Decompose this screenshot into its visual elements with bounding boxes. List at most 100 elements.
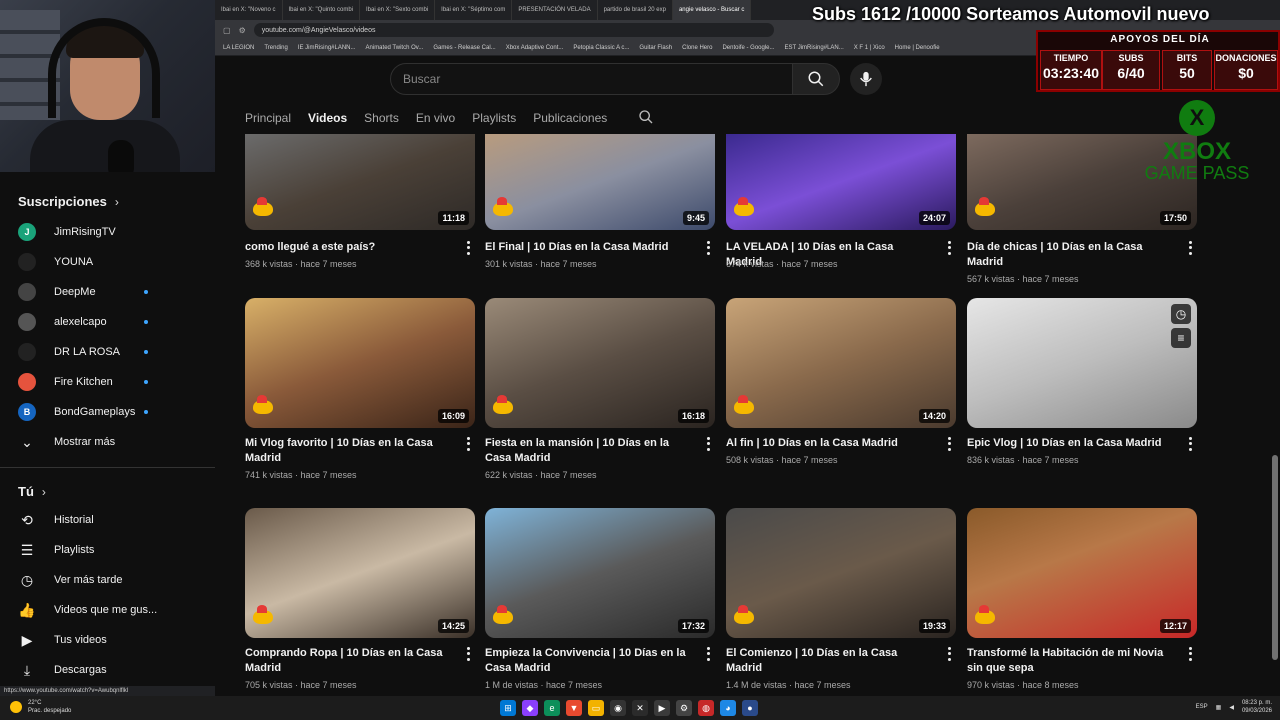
browser-tab[interactable]: PRESENTACIÓN VELADA <box>512 0 598 20</box>
video-card[interactable]: 16:09 Mi Vlog favorito | 10 Días en la Ca… <box>245 298 475 480</box>
folder-icon[interactable]: ▭ <box>588 700 604 716</box>
video-thumbnail[interactable]: 16:09 <box>245 298 475 428</box>
subscription-item[interactable]: Fire Kitchen <box>18 370 208 394</box>
browser-tab[interactable]: Ibai en X: "Quinto combi <box>283 0 360 20</box>
video-title[interactable]: Al fin | 10 Días en la Casa Madrid <box>726 436 931 451</box>
sidebar-item-downloads[interactable]: ⤓ Descargas <box>18 658 208 682</box>
subscription-item[interactable]: J JimRisingTV <box>18 220 208 244</box>
video-card[interactable]: 19:33 El Comienzo | 10 Días en la Casa Ma… <box>726 508 956 690</box>
video-title[interactable]: Epic Vlog | 10 Días en la Casa Madrid <box>967 436 1172 451</box>
subscription-item[interactable]: B BondGameplays <box>18 400 208 424</box>
more-actions-icon[interactable] <box>463 436 473 452</box>
media-icon[interactable]: ▶ <box>654 700 670 716</box>
clock[interactable]: 08:23 p. m. 09/03/2026 <box>1242 699 1272 715</box>
more-actions-icon[interactable] <box>463 646 473 662</box>
search-button[interactable] <box>792 63 840 95</box>
video-thumbnail[interactable]: 17:32 <box>485 508 715 638</box>
browser-tab[interactable]: partido de brasil 20 exp <box>598 0 673 20</box>
video-thumbnail[interactable]: 9:45 <box>485 134 715 230</box>
bookmark-item[interactable]: Guitar Flash <box>639 45 672 51</box>
video-title[interactable]: El Comienzo | 10 Días en la Casa Madrid <box>726 646 931 676</box>
video-title[interactable]: El Final | 10 Días en la Casa Madrid <box>485 240 690 255</box>
chrome-icon[interactable]: ◕ <box>720 700 736 716</box>
video-card[interactable]: 11:18 como llegué a este país? 368 k vista… <box>245 102 475 269</box>
app-icon[interactable]: ● <box>742 700 758 716</box>
page-scrollbar[interactable] <box>1272 455 1278 660</box>
bookmark-item[interactable]: LA LEGION <box>223 45 254 51</box>
add-to-queue-icon[interactable]: ≡ <box>1171 328 1191 348</box>
sidebar-item-playlists[interactable]: ☰ Playlists <box>18 538 208 562</box>
bookmark-item[interactable]: Xbox Adaptive Cont... <box>506 45 564 51</box>
show-more-button[interactable]: ⌄ Mostrar más <box>18 430 208 454</box>
video-title[interactable]: Empieza la Convivencia | 10 Días en la C… <box>485 646 690 676</box>
video-title[interactable]: Fiesta en la mansión | 10 Días en la Cas… <box>485 436 690 466</box>
voice-search-button[interactable] <box>850 63 882 95</box>
video-thumbnail[interactable]: 11:18 <box>245 134 475 230</box>
video-card[interactable]: 17:32 Empieza la Convivencia | 10 Días en… <box>485 508 715 690</box>
bookmark-item[interactable]: Petopia Classic A c... <box>573 45 629 51</box>
browser-tab[interactable]: Ibai en X: "Séptimo com <box>435 0 513 20</box>
language-indicator[interactable]: ESP <box>1196 704 1208 710</box>
subscriptions-header[interactable]: Suscripciones › <box>18 194 119 209</box>
video-thumbnail[interactable]: 12:17 <box>967 508 1197 638</box>
video-card[interactable]: 12:17 Transformé la Habitación de mi Novi… <box>967 508 1197 690</box>
more-actions-icon[interactable] <box>944 436 954 452</box>
video-title[interactable]: Transformé la Habitación de mi Novia sin… <box>967 646 1172 676</box>
bookmark-item[interactable]: IE JimRising#LANN... <box>298 45 356 51</box>
browser-tab[interactable]: Ibai en X: "Sexto combi <box>360 0 436 20</box>
subscription-item[interactable]: alexelcapo <box>18 310 208 334</box>
sidebar-item-history[interactable]: ⟲ Historial <box>18 508 208 532</box>
video-thumbnail[interactable]: 14:20 <box>726 298 956 428</box>
subscription-item[interactable]: DeepMe <box>18 280 208 304</box>
video-card[interactable]: 14:20 Al fin | 10 Días en la Casa Madrid 5… <box>726 298 956 465</box>
video-thumbnail[interactable]: ◷ ≡ <box>967 298 1197 428</box>
watch-later-icon[interactable]: ◷ <box>1171 304 1191 324</box>
video-title[interactable]: Mi Vlog favorito | 10 Días en la Casa Ma… <box>245 436 450 466</box>
video-title[interactable]: Comprando Ropa | 10 Días en la Casa Madr… <box>245 646 450 676</box>
edge-icon[interactable]: e <box>544 700 560 716</box>
bookmark-item[interactable]: Clone Hero <box>682 45 712 51</box>
video-thumbnail[interactable]: 16:18 <box>485 298 715 428</box>
video-title[interactable]: como llegué a este país? <box>245 240 450 255</box>
settings-icon[interactable]: ⚙ <box>676 700 692 716</box>
bookmark-item[interactable]: Home | Denoofie <box>895 45 940 51</box>
video-thumbnail[interactable]: 19:33 <box>726 508 956 638</box>
more-actions-icon[interactable] <box>944 646 954 662</box>
sidebar-item-liked-videos[interactable]: 👍 Videos que me gus... <box>18 598 208 622</box>
subscription-item[interactable]: DR LA ROSA <box>18 340 208 364</box>
search-input[interactable]: Buscar <box>390 63 793 95</box>
app-icon[interactable]: ✕ <box>632 700 648 716</box>
bookmark-item[interactable]: Animated Twitch Ov... <box>366 45 424 51</box>
sidebar-item-your-videos[interactable]: ▶ Tus videos <box>18 628 208 652</box>
video-title[interactable]: Día de chicas | 10 Días en la Casa Madri… <box>967 240 1172 270</box>
video-card[interactable]: ◷ ≡ Epic Vlog | 10 Días en la Casa Madrid 8… <box>967 298 1197 465</box>
video-card[interactable]: 14:25 Comprando Ropa | 10 Días en la Casa… <box>245 508 475 690</box>
app-icon[interactable]: ◍ <box>698 700 714 716</box>
bookmark-item[interactable]: EST JimRising#LAN... <box>785 45 844 51</box>
start-icon[interactable]: ⊞ <box>500 700 516 716</box>
app-icon[interactable]: ◆ <box>522 700 538 716</box>
volume-icon[interactable]: ◀ <box>1229 704 1234 711</box>
browser-tab[interactable]: angie velasco - Buscar c <box>672 0 752 20</box>
bookmark-item[interactable]: Games - Release Cal... <box>433 45 495 51</box>
more-actions-icon[interactable] <box>1185 436 1195 452</box>
weather-widget[interactable]: 22°C Prac. despejado <box>10 699 71 715</box>
site-info-icon[interactable]: ⚙ <box>239 26 246 35</box>
more-actions-icon[interactable] <box>703 646 713 662</box>
bookmark-item[interactable]: Dentoife - Google... <box>722 45 774 51</box>
sidebar-item-watch-later[interactable]: ◷ Ver más tarde <box>18 568 208 592</box>
browser-tab[interactable]: Ibai en X: "Noveno c <box>215 0 283 20</box>
more-actions-icon[interactable] <box>1185 646 1195 662</box>
brave-icon[interactable]: ▼ <box>566 700 582 716</box>
video-card[interactable]: 24:07 LA VELADA | 10 Días en la Casa Madr… <box>726 102 956 269</box>
bookmark-item[interactable]: X F 1 | Xico <box>854 45 885 51</box>
subscription-item[interactable]: YOUNA <box>18 250 208 274</box>
you-header[interactable]: Tú › <box>18 484 46 499</box>
bookmark-item[interactable]: Trending <box>264 45 287 51</box>
video-card[interactable]: 9:45 El Final | 10 Días en la Casa Madrid… <box>485 102 715 269</box>
more-actions-icon[interactable] <box>944 240 954 256</box>
video-thumbnail[interactable]: 14:25 <box>245 508 475 638</box>
more-actions-icon[interactable] <box>703 240 713 256</box>
more-actions-icon[interactable] <box>1185 240 1195 256</box>
video-card[interactable]: 16:18 Fiesta en la mansión | 10 Días en l… <box>485 298 715 480</box>
